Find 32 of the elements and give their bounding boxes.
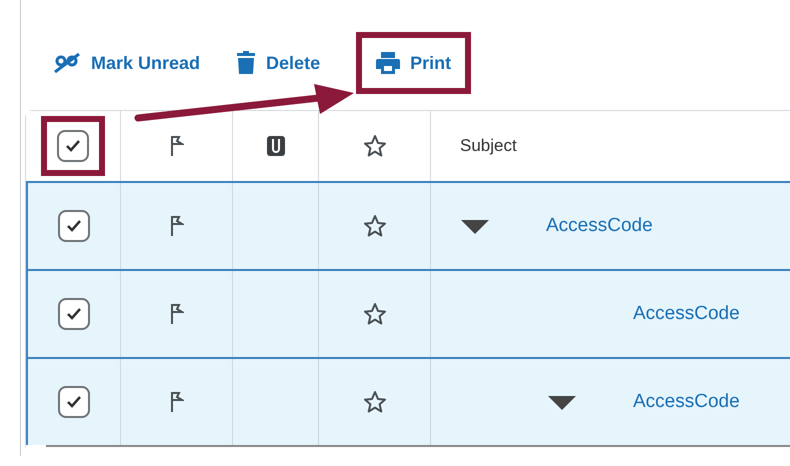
subject-link[interactable]: AccessCode — [633, 300, 740, 328]
caret-icon[interactable] — [548, 396, 576, 410]
checkmark-icon — [66, 395, 82, 409]
checkmark-icon — [66, 219, 82, 233]
flag-icon[interactable] — [170, 135, 184, 157]
checkmark-icon — [66, 307, 82, 321]
star-icon[interactable] — [362, 214, 386, 238]
flag-icon[interactable] — [170, 303, 184, 325]
delete-button[interactable]: Delete — [236, 50, 320, 76]
printer-icon — [376, 52, 400, 74]
unread-icon — [53, 53, 81, 73]
trash-icon — [236, 51, 256, 75]
checkmark-icon — [65, 139, 81, 153]
caret-icon[interactable] — [461, 220, 489, 234]
print-button[interactable]: Print — [376, 50, 452, 76]
checkbox[interactable] — [58, 386, 90, 418]
checkbox[interactable] — [58, 298, 90, 330]
mark-unread-button[interactable]: Mark Unread — [53, 50, 200, 76]
subject-link[interactable]: AccessCode — [546, 212, 653, 240]
checkbox[interactable] — [58, 210, 90, 242]
message-row[interactable]: AccessCode — [26, 269, 790, 357]
star-icon[interactable] — [362, 302, 386, 326]
attachment-icon[interactable] — [266, 136, 284, 156]
message-row[interactable]: AccessCode — [26, 181, 790, 269]
checkbox[interactable] — [57, 130, 89, 162]
star-icon[interactable] — [362, 134, 386, 158]
flag-icon[interactable] — [170, 215, 184, 237]
flag-icon[interactable] — [170, 391, 184, 413]
message-row[interactable]: AccessCode — [26, 357, 790, 445]
star-icon[interactable] — [362, 390, 386, 414]
column-header[interactable]: Subject — [460, 133, 517, 159]
subject-link[interactable]: AccessCode — [633, 388, 740, 416]
